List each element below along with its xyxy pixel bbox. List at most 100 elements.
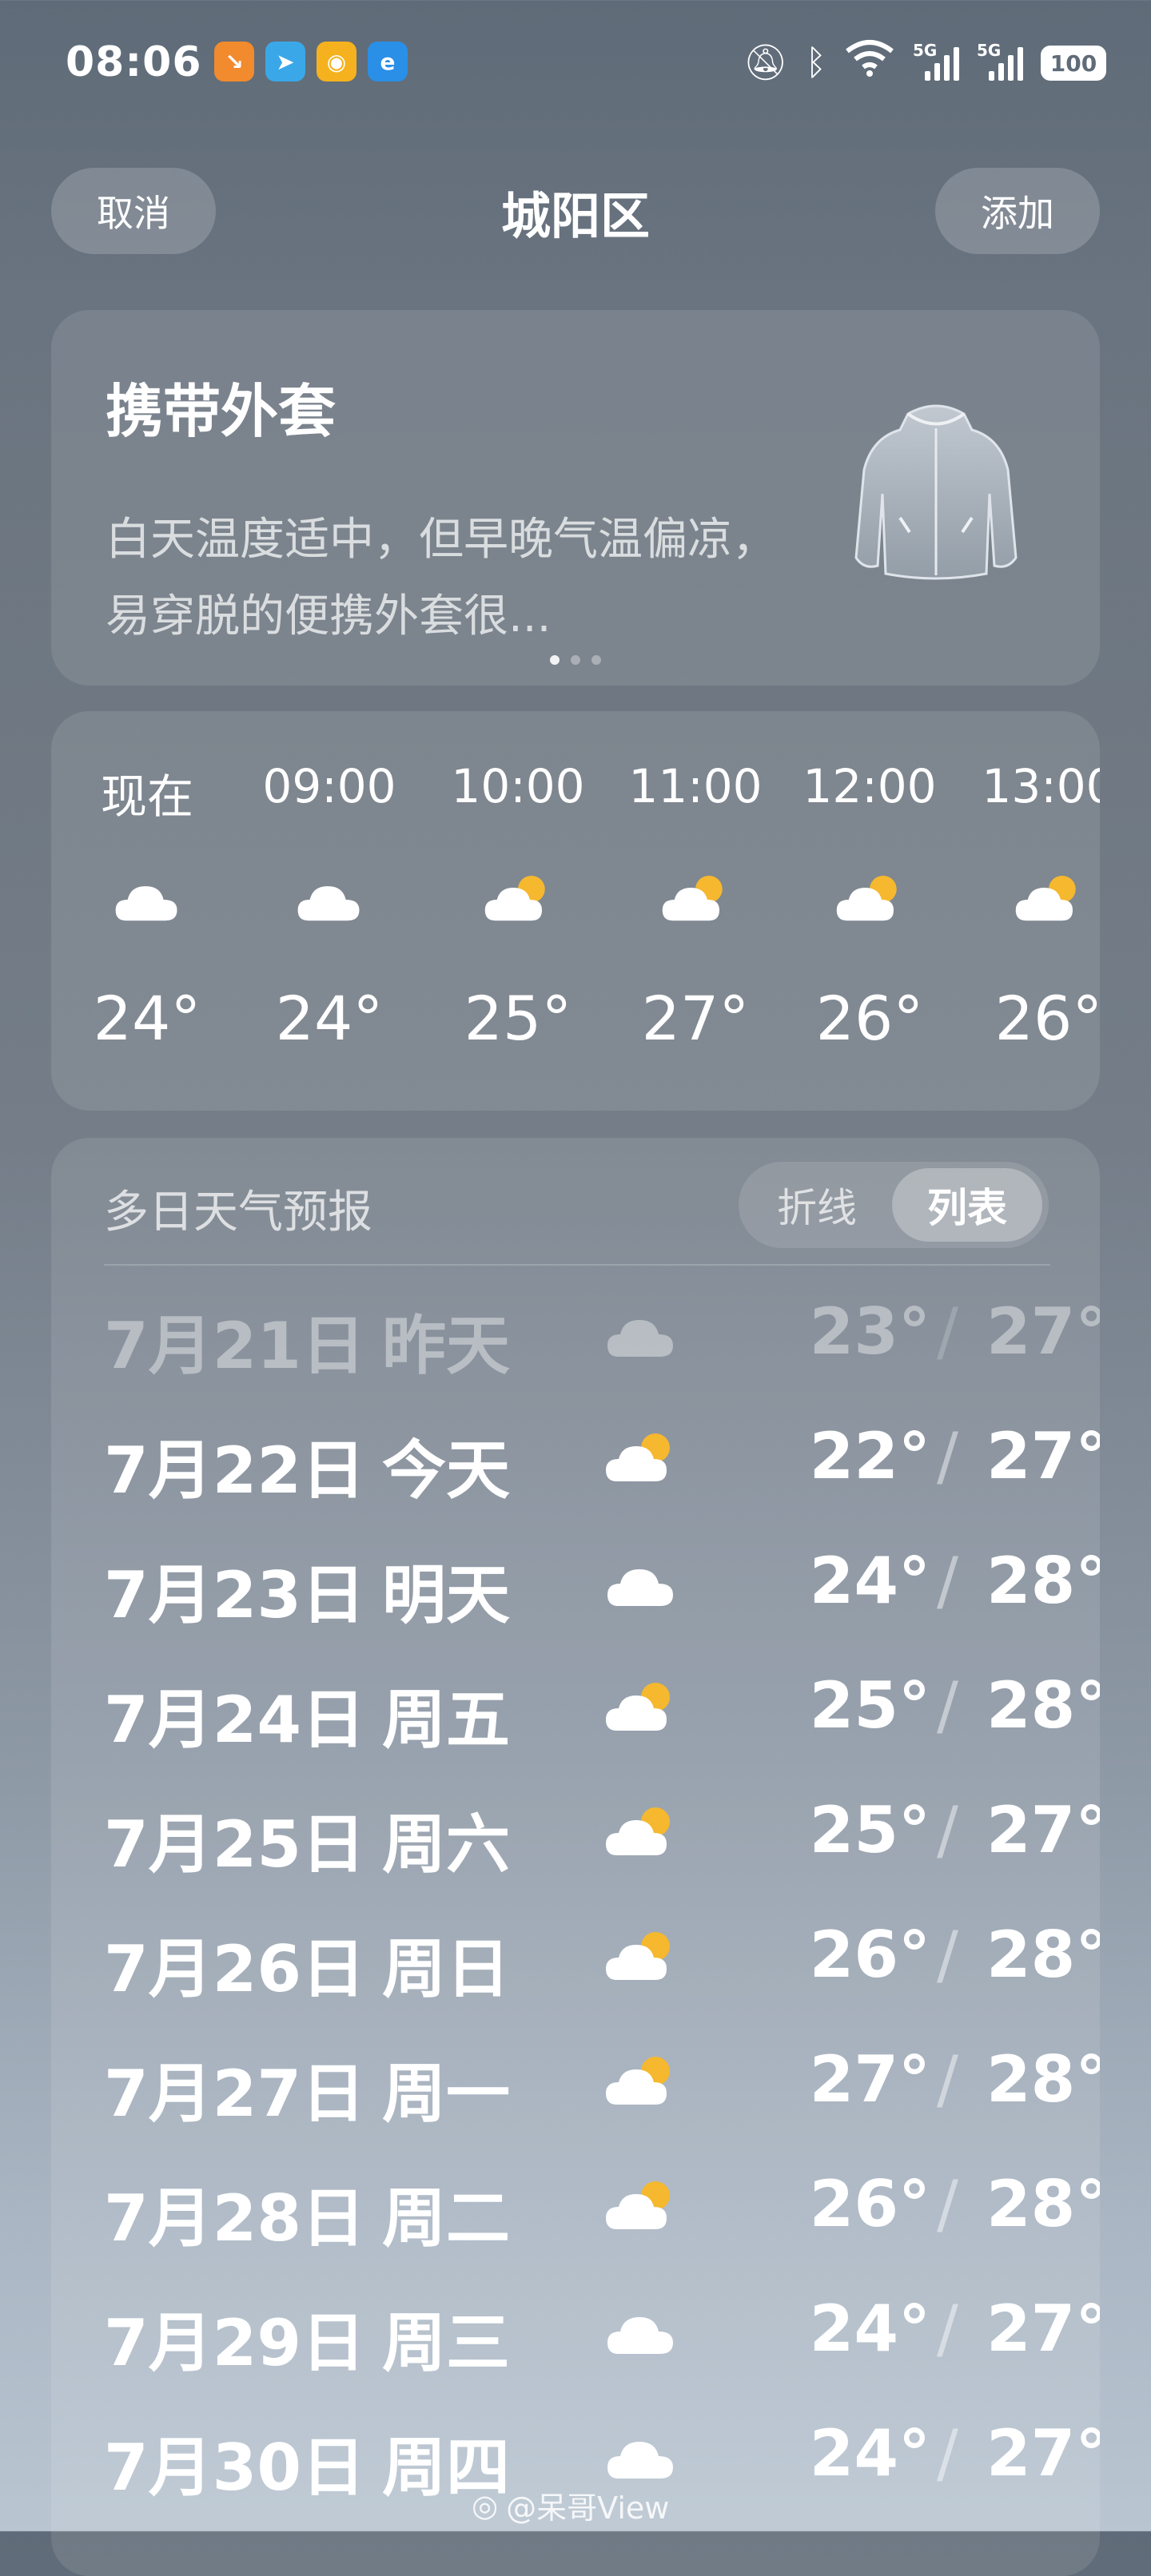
temp-separator: / [937, 1918, 958, 1992]
weibo-logo-icon: ◎ [472, 2487, 499, 2523]
forecast-row[interactable]: 7月21日 昨天 23°/ 27° [51, 1272, 1100, 1384]
temp-separator: / [937, 2042, 958, 2117]
divider [104, 1264, 1050, 1266]
forecast-date: 7月26日 [104, 1932, 365, 2006]
partly-cloudy-icon [603, 1803, 679, 1862]
app-blue-icon: e [368, 42, 408, 81]
hour-item: 13:00 26° [969, 711, 1100, 1111]
forecast-high-temp: 27° [986, 1419, 1100, 1493]
toggle-line-chart[interactable]: 折线 [739, 1162, 895, 1248]
hour-label: 12:00 [803, 759, 937, 813]
hour-item: 09:00 24° [249, 711, 409, 1111]
forecast-high-temp: 27° [986, 1294, 1100, 1369]
hour-temp: 25° [464, 983, 572, 1054]
hour-label: 11:00 [628, 759, 763, 813]
partly-cloudy-icon [603, 2176, 679, 2236]
forecast-high-temp: 27° [986, 2292, 1100, 2366]
forecast-date: 7月22日 [104, 1433, 365, 1508]
toggle-list[interactable]: 列表 [892, 1168, 1042, 1242]
notification-app-icons: ↘ ➤ ◉ e [214, 42, 408, 81]
hour-label: 13:00 [982, 759, 1100, 813]
partly-cloudy-icon [603, 1678, 679, 1737]
system-icons: 🔕︎ ᛒ 5G 5G 100 [743, 38, 1106, 88]
forecast-day: 周二 [382, 2181, 510, 2256]
forecast-low-temp: 22° [809, 1419, 930, 1493]
status-time: 08:06 [66, 38, 202, 86]
hour-item: 11:00 27° [615, 711, 775, 1111]
forecast-date: 7月27日 [104, 2057, 365, 2131]
partly-cloudy-icon [1013, 871, 1085, 927]
hourly-forecast-card[interactable]: 现在 24° 09:00 24° 10:00 25° 11:00 27° 12:00 26° 13:… [51, 711, 1100, 1111]
forecast-row[interactable]: 7月29日 周三 24°/ 27° [51, 2269, 1100, 2381]
forecast-low-temp: 24° [809, 2292, 930, 2366]
forecast-day: 明天 [382, 1558, 510, 1632]
forecast-date: 7月29日 [104, 2306, 365, 2380]
forecast-day: 周五 [382, 1683, 510, 1757]
temp-separator: / [937, 1294, 958, 1369]
forecast-date: 7月24日 [104, 1683, 365, 1757]
forecast-day: 周六 [382, 1807, 510, 1882]
app-weibo-icon: ◉ [317, 42, 356, 81]
hour-temp: 24° [275, 983, 384, 1054]
hour-temp: 24° [93, 983, 201, 1054]
forecast-low-temp: 23° [809, 1294, 930, 1369]
app-orange-icon: ↘ [214, 42, 254, 81]
forecast-date: 7月30日 [104, 2431, 365, 2505]
forecast-low-temp: 24° [809, 1544, 930, 1618]
add-button[interactable]: 添加 [935, 168, 1100, 254]
partly-cloudy-icon [603, 1429, 679, 1488]
forecast-date: 7月23日 [104, 1558, 365, 1632]
status-bar: 08:06 ↘ ➤ ◉ e 🔕︎ ᛒ 5G 5G 100 [0, 0, 1151, 128]
bluetooth-icon: ᛒ [805, 42, 826, 83]
app-telegram-icon: ➤ [265, 42, 305, 81]
forecast-high-temp: 27° [986, 2416, 1100, 2491]
forecast-day: 周一 [382, 2057, 510, 2131]
forecast-day: 周三 [382, 2306, 510, 2380]
hour-label: 09:00 [262, 759, 396, 813]
cloud-icon [603, 2426, 679, 2485]
hour-item: 10:00 25° [438, 711, 598, 1111]
forecast-row[interactable]: 7月27日 周一 27°/ 28° [51, 2020, 1100, 2132]
forecast-row[interactable]: 7月26日 周日 26°/ 28° [51, 1895, 1100, 2007]
signal-1-icon: 5G [913, 41, 959, 85]
forecast-high-temp: 28° [986, 2167, 1100, 2241]
hour-label: 10:00 [451, 759, 585, 813]
signal-2-icon: 5G [977, 41, 1023, 85]
forecast-title: 多日天气预报 [104, 1187, 372, 1238]
partly-cloudy-icon [834, 871, 906, 927]
partly-cloudy-icon [482, 871, 554, 927]
partly-cloudy-icon [659, 871, 731, 927]
hourly-list[interactable]: 现在 24° 09:00 24° 10:00 25° 11:00 27° 12:00 26° 13:… [51, 711, 1100, 1111]
forecast-day: 今天 [382, 1433, 510, 1508]
forecast-row[interactable]: 7月22日 今天 22°/ 27° [51, 1397, 1100, 1509]
multi-day-forecast-card: 多日天气预报 折线 列表 7月21日 昨天 23°/27° 7月22日 今天 22°/27… [51, 1138, 1100, 2576]
jacket-icon [854, 404, 1018, 580]
temp-separator: / [937, 1668, 958, 1743]
forecast-high-temp: 28° [986, 2042, 1100, 2117]
temp-separator: / [937, 1793, 958, 1867]
hour-item: 12:00 26° [790, 711, 950, 1111]
forecast-date: 7月21日 [104, 1309, 365, 1383]
forecast-day: 昨天 [382, 1309, 510, 1383]
forecast-low-temp: 24° [809, 2416, 930, 2491]
view-toggle[interactable]: 折线 列表 [739, 1162, 1049, 1248]
partly-cloudy-icon [603, 2052, 679, 2111]
forecast-row[interactable]: 7月24日 周五 25°/ 28° [51, 1646, 1100, 1758]
forecast-row[interactable]: 7月25日 周六 25°/ 27° [51, 1771, 1100, 1882]
forecast-row[interactable]: 7月23日 明天 24°/ 28° [51, 1521, 1100, 1633]
forecast-low-temp: 26° [809, 1918, 930, 1992]
forecast-row[interactable]: 7月28日 周二 26°/ 28° [51, 2145, 1100, 2256]
temp-separator: / [937, 1419, 958, 1493]
tip-text: 白天温度适中，但早晚气温偏凉，易穿脱的便携外套很... [106, 514, 777, 642]
forecast-high-temp: 28° [986, 1918, 1100, 1992]
forecast-date: 7月28日 [104, 2181, 365, 2256]
battery-icon: 100 [1041, 46, 1106, 81]
clothing-tip-card[interactable]: 携带外套 白天温度适中，但早晚气温偏凉，易穿脱的便携外套很... [51, 310, 1100, 686]
hour-temp: 27° [641, 983, 750, 1054]
cloud-icon [603, 1304, 679, 1363]
forecast-date: 7月25日 [104, 1807, 365, 1882]
watermark-text: @呆哥View [506, 2491, 670, 2526]
partly-cloudy-icon [603, 1927, 679, 1986]
hour-temp: 26° [994, 983, 1100, 1054]
hour-item: 现在 24° [67, 711, 227, 1111]
